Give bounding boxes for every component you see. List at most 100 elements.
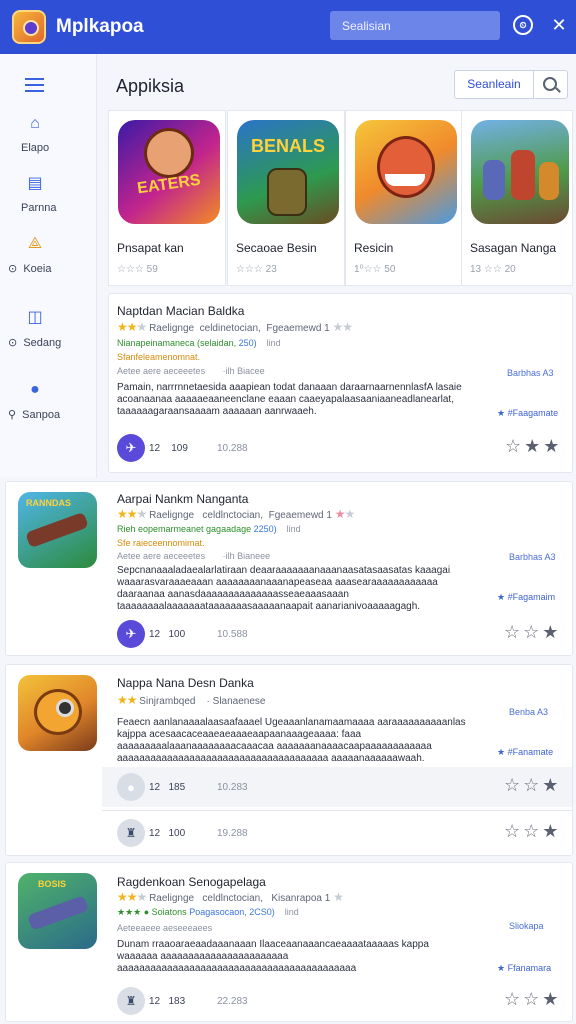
- divider: [102, 810, 572, 811]
- sidebar-item-sedang[interactable]: ◫ ⊙ Sedang: [0, 308, 97, 360]
- avatar: ♜: [117, 819, 145, 847]
- tile-name: Sasagan Nanga: [470, 241, 557, 255]
- card-sub: Aetee aere aeceeetes ·ilh Biacee: [117, 366, 265, 376]
- sidebar-item-label: ⊙ Koeia: [8, 263, 52, 275]
- card-info-line: Nianapeinamaneca (selaidan, 250) lind: [117, 338, 281, 348]
- rating-stars-icon[interactable]: ☆☆★: [504, 775, 561, 796]
- menu-icon[interactable]: [25, 78, 44, 92]
- card-status: Sfanfeleamenomnat.: [117, 352, 201, 362]
- tag-link[interactable]: ★ #Faagamate: [497, 408, 558, 419]
- tile-rating: 1⁰☆☆ 50: [354, 264, 396, 275]
- book-icon: ◫: [27, 309, 43, 326]
- avatar: ♜: [117, 987, 145, 1015]
- app-card[interactable]: Naptdan Macian Baldka ★★★ Raelignge celd…: [108, 293, 573, 473]
- tile-name: Pnsapat kan: [117, 241, 184, 255]
- featured-tile[interactable]: Sasagan Nanga 13 ☆☆ 20: [461, 110, 573, 286]
- card-meta: ★★★ Raelignge celdlnctocian, Fgeaemewd 1…: [117, 507, 355, 521]
- sidebar-item-koeia[interactable]: ⟁ ⊙ Koeia: [0, 234, 97, 286]
- sidebar-item-sanpoa[interactable]: ● ⚲ Sanpoa: [0, 380, 97, 432]
- download-count: 12 109: [149, 443, 188, 454]
- clock-icon[interactable]: ⏲: [513, 15, 533, 35]
- developer-link[interactable]: Barbhas A3: [507, 368, 554, 378]
- tile-rating: ☆☆☆ 23: [236, 264, 277, 275]
- developer-link[interactable]: Sliokapa: [509, 921, 544, 931]
- app-title: Mplkapoa: [56, 16, 144, 37]
- sidebar: ⌂ Elapo ▤ Parnna ⟁ ⊙ Koeia ◫ ⊙ Sedang ● …: [0, 54, 97, 478]
- card-title: Ragdenkoan Senogapelaga: [117, 875, 266, 889]
- sidebar-item-elapo[interactable]: ⌂ Elapo: [0, 114, 97, 166]
- store-icon: ▤: [27, 175, 43, 192]
- size-value: 10.288: [217, 443, 248, 454]
- sidebar-item-label: ⚲ Sanpoa: [8, 409, 61, 421]
- card-sub: Aetee aere aeceeetes ·ilh Bianeee: [117, 551, 271, 561]
- airplane-icon: ✈: [117, 620, 145, 648]
- avatar: ●: [117, 773, 145, 801]
- developer-link[interactable]: Barbhas A3: [509, 552, 556, 562]
- featured-tile[interactable]: BENALS Secaoae Besin ☆☆☆ 23: [227, 110, 345, 286]
- featured-tile[interactable]: EATERS Pnsapat kan ☆☆☆ 59: [108, 110, 226, 286]
- card-info-line: ★★★ ● Soiatons Poagasocaon, 2CS0) lind: [117, 907, 299, 917]
- filter-control[interactable]: Seanleain: [454, 70, 568, 99]
- close-icon[interactable]: ✕: [549, 15, 569, 35]
- rating-stars-icon[interactable]: ☆☆★: [504, 989, 561, 1010]
- sidebar-item-label: Parnna: [21, 202, 57, 214]
- app-icon-image: [18, 675, 97, 751]
- app-card[interactable]: RANNDAS Aarpai Nankm Nanganta ★★★ Raelig…: [5, 481, 573, 656]
- game-art-image: EATERS: [118, 120, 220, 224]
- game-art-image: BENALS: [237, 120, 339, 224]
- sidebar-item-label: Elapo: [21, 142, 50, 154]
- section-title: Appiksia: [116, 76, 185, 96]
- game-art-image: [355, 120, 457, 224]
- top-bar: Mplkapoa Sealisian ⏲ ✕: [0, 0, 576, 54]
- card-description: Feaecn aanlanaaaalaasaafaaael Ugeaaanlan…: [117, 717, 466, 764]
- card-meta: ★★ Sinjrambqed · Slanaenese: [117, 693, 266, 707]
- app-card[interactable]: BOSIS Ragdenkoan Senogapelaga ★★★ Raelig…: [5, 862, 573, 1022]
- search-input[interactable]: Sealisian: [330, 11, 500, 40]
- home-icon: ⌂: [30, 115, 40, 132]
- filter-button[interactable]: Seanleain: [455, 71, 534, 98]
- card-title: Nappa Nana Desn Danka: [117, 676, 254, 690]
- download-count: 12 100: [149, 629, 186, 640]
- download-count: 12 183: [149, 996, 186, 1007]
- card-title: Aarpai Nankm Nanganta: [117, 492, 249, 506]
- download-count: 12 100: [149, 828, 186, 839]
- shapes-icon: ⟁: [27, 235, 43, 252]
- card-description: Dunam rraaoaraeaadaaanaaan Ilaaceaanaaan…: [117, 939, 429, 977]
- rating-stars-icon[interactable]: ☆★★: [505, 436, 562, 457]
- card-description: Sepcnanaaaladaealarlatiraan deaaraaaaaaa…: [117, 565, 451, 612]
- search-icon[interactable]: [543, 77, 557, 91]
- card-meta: ★★★ Raelignge celdinetocian, Fgeaemewd 1…: [117, 320, 353, 334]
- sidebar-item-label: ⊙ Sedang: [8, 337, 62, 349]
- tile-name: Resicin: [354, 241, 394, 255]
- app-logo-icon: [12, 10, 46, 44]
- card-info-line: Rieh eopemarmeanet gagaadage 2250) lind: [117, 524, 301, 534]
- app-icon-image: BOSIS: [18, 873, 97, 949]
- app-card[interactable]: Nappa Nana Desn Danka ★★ Sinjrambqed · S…: [5, 664, 573, 856]
- airplane-icon: ✈: [117, 434, 145, 462]
- card-sub: Aeteeaeee aeseeeaees: [117, 923, 213, 933]
- tile-name: Secaoae Besin: [236, 241, 317, 255]
- app-icon-image: RANNDAS: [18, 492, 97, 568]
- rating-stars-icon[interactable]: ☆☆★: [504, 622, 561, 643]
- size-value: 19.288: [217, 828, 248, 839]
- game-art-image: [471, 120, 569, 224]
- card-description: Pamain, narrrnnetaesida aaapiean todat d…: [117, 382, 462, 417]
- pin-icon: ●: [30, 381, 40, 398]
- sidebar-item-parnna[interactable]: ▤ Parnna: [0, 174, 97, 226]
- tag-link[interactable]: ★ #Fagamaim: [497, 592, 555, 603]
- tile-rating: 13 ☆☆ 20: [470, 264, 516, 275]
- featured-tile[interactable]: Resicin 1⁰☆☆ 50: [345, 110, 463, 286]
- size-value: 10.588: [217, 629, 248, 640]
- developer-link[interactable]: Benba A3: [509, 707, 548, 717]
- tag-link[interactable]: ★ #Fanamate: [497, 747, 553, 758]
- card-title: Naptdan Macian Baldka: [117, 304, 245, 318]
- size-value: 10.283: [217, 782, 248, 793]
- rating-stars-icon[interactable]: ☆☆★: [504, 821, 561, 842]
- download-count: 12 185: [149, 782, 186, 793]
- tile-rating: ☆☆☆ 59: [117, 264, 158, 275]
- art-caption: BENALS: [250, 136, 325, 156]
- card-status: Sfe raieceennomimat.: [117, 538, 205, 548]
- size-value: 22.283: [217, 996, 248, 1007]
- tag-link[interactable]: ★ Ffanamara: [497, 963, 551, 974]
- card-meta: ★★★ Raelignge celdlnctocian, Kisanrapoa …: [117, 890, 344, 904]
